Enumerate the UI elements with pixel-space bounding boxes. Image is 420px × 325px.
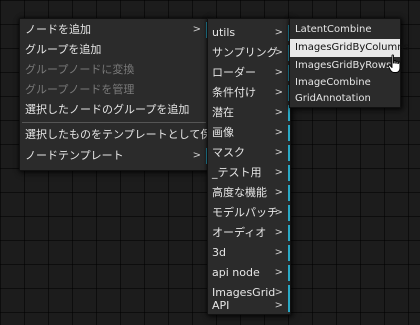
category-item-advanced[interactable]: 高度な機能 > <box>208 183 290 203</box>
node-item-imagesgridbycolumns[interactable]: ImagesGridByColumns <box>290 39 409 57</box>
submenu-arrow-icon: > <box>274 147 283 158</box>
menu-item-label: グループノードを管理 <box>25 83 135 96</box>
category-item-mask[interactable]: マスク > <box>208 143 290 163</box>
submenu-arrow-icon: > <box>274 247 283 258</box>
menu-item-node-templates[interactable]: ノードテンプレート > <box>20 146 208 166</box>
submenu-arrow-icon: > <box>274 27 283 38</box>
menu-item-label: 画像 <box>212 126 234 139</box>
node-item-latentcombine[interactable]: LatentCombine <box>290 21 400 39</box>
category-item-api[interactable]: API > <box>208 297 290 314</box>
menu-item-label: LatentCombine <box>295 24 372 35</box>
submenu-arrow-icon: > <box>274 267 283 278</box>
submenu-arrow-icon: > <box>274 167 283 178</box>
menu-item-label: ローダー <box>212 66 256 79</box>
menu-item-label: utils <box>212 26 236 39</box>
menu-item-save-as-template[interactable]: 選択したものをテンプレートとして保存 <box>20 125 222 145</box>
category-item-audio[interactable]: オーディオ > <box>208 223 290 243</box>
node-item-gridannotation[interactable]: GridAnnotation <box>290 90 400 108</box>
menu-item-convert-to-group-node: グループノードに変換 <box>20 60 208 80</box>
menu-item-label: api node <box>212 266 260 279</box>
category-item-latent[interactable]: 潜在 > <box>208 103 290 123</box>
menu-item-label: ImagesGridByRows <box>295 60 392 71</box>
category-item-api-node[interactable]: api node > <box>208 263 290 283</box>
category-item-model-patches[interactable]: モデルパッチ > <box>208 203 290 223</box>
menu-item-label: ノードテンプレート <box>25 149 124 162</box>
menu-item-label: 高度な機能 <box>212 186 267 199</box>
category-item-utils[interactable]: utils > <box>208 23 290 43</box>
menu-item-add-group[interactable]: グループを追加 <box>20 40 208 60</box>
submenu-arrow-icon: > <box>274 187 283 198</box>
menu-item-label: モデルパッチ <box>212 206 278 219</box>
menu-item-label: 条件付け <box>212 86 256 99</box>
category-item-for-testing[interactable]: _テスト用 > <box>208 163 290 183</box>
hand-cursor-icon <box>387 54 401 73</box>
submenu-arrow-icon: > <box>274 207 283 218</box>
menu-separator <box>22 122 206 123</box>
menu-item-add-group-for-selected[interactable]: 選択したノードのグループを追加 <box>20 100 208 120</box>
node-item-imagesgridbyrows[interactable]: ImagesGridByRows <box>290 57 400 75</box>
menu-item-label: 3d <box>212 246 226 259</box>
submenu-arrow-icon: > <box>192 150 201 161</box>
submenu-arrow-icon: > <box>274 107 283 118</box>
category-item-3d[interactable]: 3d > <box>208 243 290 263</box>
menu-item-label: 選択したノードのグループを追加 <box>25 103 190 116</box>
submenu-arrow-icon: > <box>274 67 283 78</box>
context-menu: ノードを追加 > グループを追加 グループノードに変換 グループノードを管理 選… <box>19 18 222 171</box>
submenu-arrow-icon: > <box>274 227 283 238</box>
menu-item-label: マスク <box>212 146 245 159</box>
menu-item-manage-group-nodes: グループノードを管理 <box>20 80 208 100</box>
category-item-loaders[interactable]: ローダー > <box>208 63 290 83</box>
category-item-conditioning[interactable]: 条件付け > <box>208 83 290 103</box>
menu-item-label: API <box>212 299 230 312</box>
submenu-arrow-icon: > <box>274 87 283 98</box>
menu-item-label: ノードを追加 <box>25 23 91 36</box>
submenu-arrow-icon: > <box>274 47 283 58</box>
submenu-arrow-icon: > <box>274 127 283 138</box>
menu-item-label: グループノードに変換 <box>25 63 135 76</box>
menu-item-label: オーディオ <box>212 226 267 239</box>
menu-item-label: グループを追加 <box>25 43 102 56</box>
menu-item-label: _テスト用 <box>212 166 262 179</box>
category-item-sampling[interactable]: サンプリング > <box>208 43 290 63</box>
utils-submenu: LatentCombine ImagesGridByColumns Images… <box>289 18 409 108</box>
submenu-arrow-icon: > <box>274 300 283 311</box>
menu-item-label: サンプリング <box>212 46 278 59</box>
menu-item-add-node[interactable]: ノードを追加 > <box>20 20 208 40</box>
menu-item-label: ImageCombine <box>295 77 371 88</box>
menu-item-label: ImagesGridByColumns <box>295 42 409 53</box>
menu-item-label: 潜在 <box>212 106 234 119</box>
category-submenu: utils > サンプリング > ローダー > 条件付け > 潜在 > 画像 >… <box>207 18 291 315</box>
menu-item-label: GridAnnotation <box>295 93 371 104</box>
submenu-arrow-icon: > <box>192 24 201 35</box>
category-item-image[interactable]: 画像 > <box>208 123 290 143</box>
menu-item-label: 選択したものをテンプレートとして保存 <box>25 128 223 141</box>
